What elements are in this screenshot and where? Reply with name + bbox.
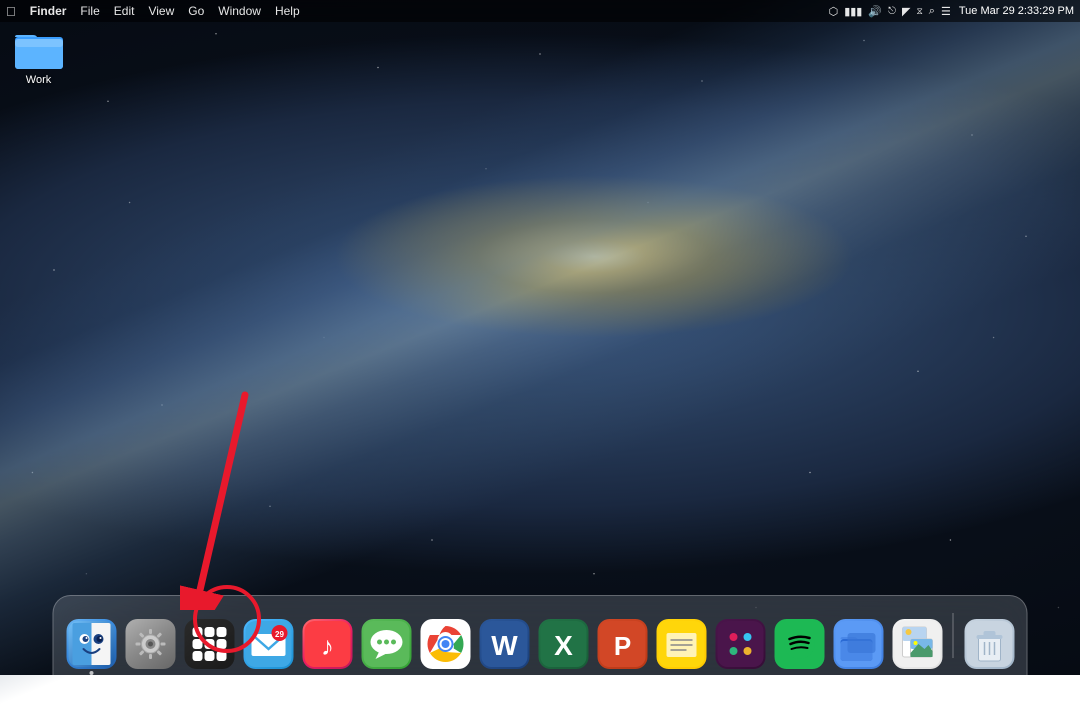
work-folder-label: Work [26,74,51,87]
dock-separator [953,613,954,658]
system-preferences-icon [125,619,175,669]
tray-icons: ⬡ ▮▮▮ 🔊 ⎋ ◤ ⧖ ⌕ ☰ [829,5,951,18]
menubar-right: ⬡ ▮▮▮ 🔊 ⎋ ◤ ⧖ ⌕ ☰ Tue Mar 29 2:33:29 PM [829,5,1074,18]
dock-item-word[interactable]: W [477,611,532,669]
dock-item-powerpoint[interactable]: P [595,611,650,669]
finder-icon [66,619,116,669]
notification-tray-icon[interactable]: ☰ [941,5,951,18]
chrome-icon [420,619,470,669]
view-menu-item[interactable]: View [148,4,174,18]
svg-text:29: 29 [275,630,284,639]
dock-item-music[interactable]: ♪ [300,611,355,669]
dropbox-tray-icon[interactable]: ⬡ [829,5,839,18]
music-icon: ♪ [302,619,352,669]
dock-item-mail[interactable]: 29 [241,611,296,669]
volume-tray-icon[interactable]: 🔊 [868,5,882,18]
bluetooth-tray-icon[interactable]: ⎋ [888,6,896,17]
launchpad-icon [184,619,234,669]
dock-item-files[interactable] [831,611,886,669]
slack-icon [715,619,765,669]
svg-text:W: W [491,630,518,661]
dock-item-system-preferences[interactable] [123,611,178,669]
mail-icon: 29 [243,619,293,669]
svg-text:P: P [613,631,630,661]
dock-item-messages[interactable] [359,611,414,669]
svg-text:X: X [554,630,573,661]
battery-tray-icon[interactable]: ▮▮▮ [844,5,862,18]
wifi-tray-icon[interactable]: ◤ [902,5,910,18]
menubar:  Finder File Edit View Go Window Help ⬡… [0,0,1080,22]
work-folder[interactable]: Work [6,25,71,91]
files-icon [833,619,883,669]
dock-item-chrome[interactable] [418,611,473,669]
datetime: Tue Mar 29 2:33:29 PM [959,5,1074,17]
powerpoint-icon: P [597,619,647,669]
desktop:  Finder File Edit View Go Window Help ⬡… [0,0,1080,675]
time-machine-tray-icon[interactable]: ⧖ [916,6,922,17]
spotlight-tray-icon[interactable]: ⌕ [929,5,935,18]
spotify-icon [774,619,824,669]
file-menu-item[interactable]: File [80,4,99,18]
help-menu-item[interactable]: Help [275,4,300,18]
word-icon: W [479,619,529,669]
messages-icon [361,619,411,669]
dock-item-finder[interactable] [64,611,119,669]
notes-icon [656,619,706,669]
dock-item-preview[interactable] [890,611,945,669]
excel-icon: X [538,619,588,669]
apple-menu[interactable]:  [6,4,16,19]
trash-icon [964,619,1014,669]
edit-menu-item[interactable]: Edit [114,4,135,18]
dock-item-excel[interactable]: X [536,611,591,669]
annotation-arrow [180,390,260,610]
dock-item-launchpad[interactable] [182,611,237,669]
dock-item-trash[interactable] [962,611,1017,669]
finder-running-dot [89,671,93,675]
dock-item-spotify[interactable] [772,611,827,669]
menubar-left:  Finder File Edit View Go Window Help [6,4,300,19]
dock: 29 ♪ [53,595,1028,675]
finder-menu-item[interactable]: Finder [30,4,67,18]
dock-item-slack[interactable] [713,611,768,669]
dock-item-notes[interactable] [654,611,709,669]
work-folder-icon [15,29,63,71]
svg-text:♪: ♪ [321,631,334,661]
go-menu-item[interactable]: Go [188,4,204,18]
preview-icon [892,619,942,669]
window-menu-item[interactable]: Window [218,4,261,18]
